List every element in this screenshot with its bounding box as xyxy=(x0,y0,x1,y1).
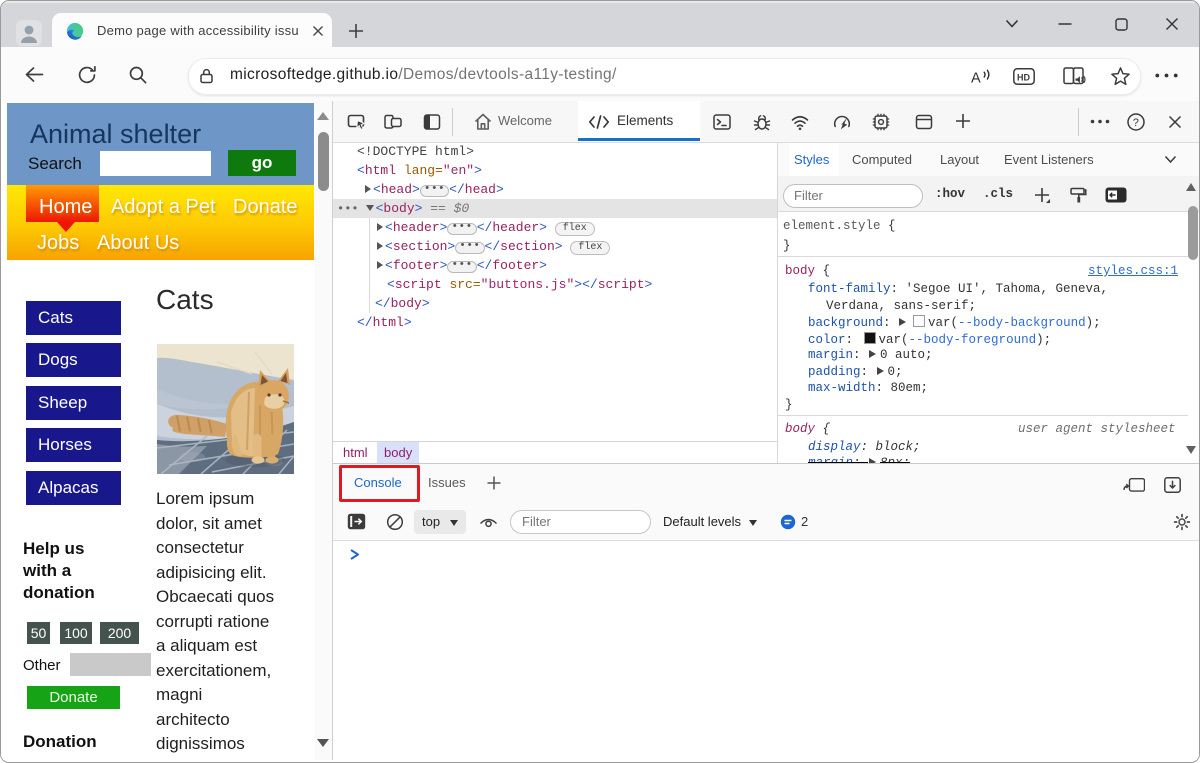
svg-text:A: A xyxy=(971,71,981,87)
svg-text:HD: HD xyxy=(1017,72,1030,82)
svg-text:?: ? xyxy=(1133,117,1139,129)
